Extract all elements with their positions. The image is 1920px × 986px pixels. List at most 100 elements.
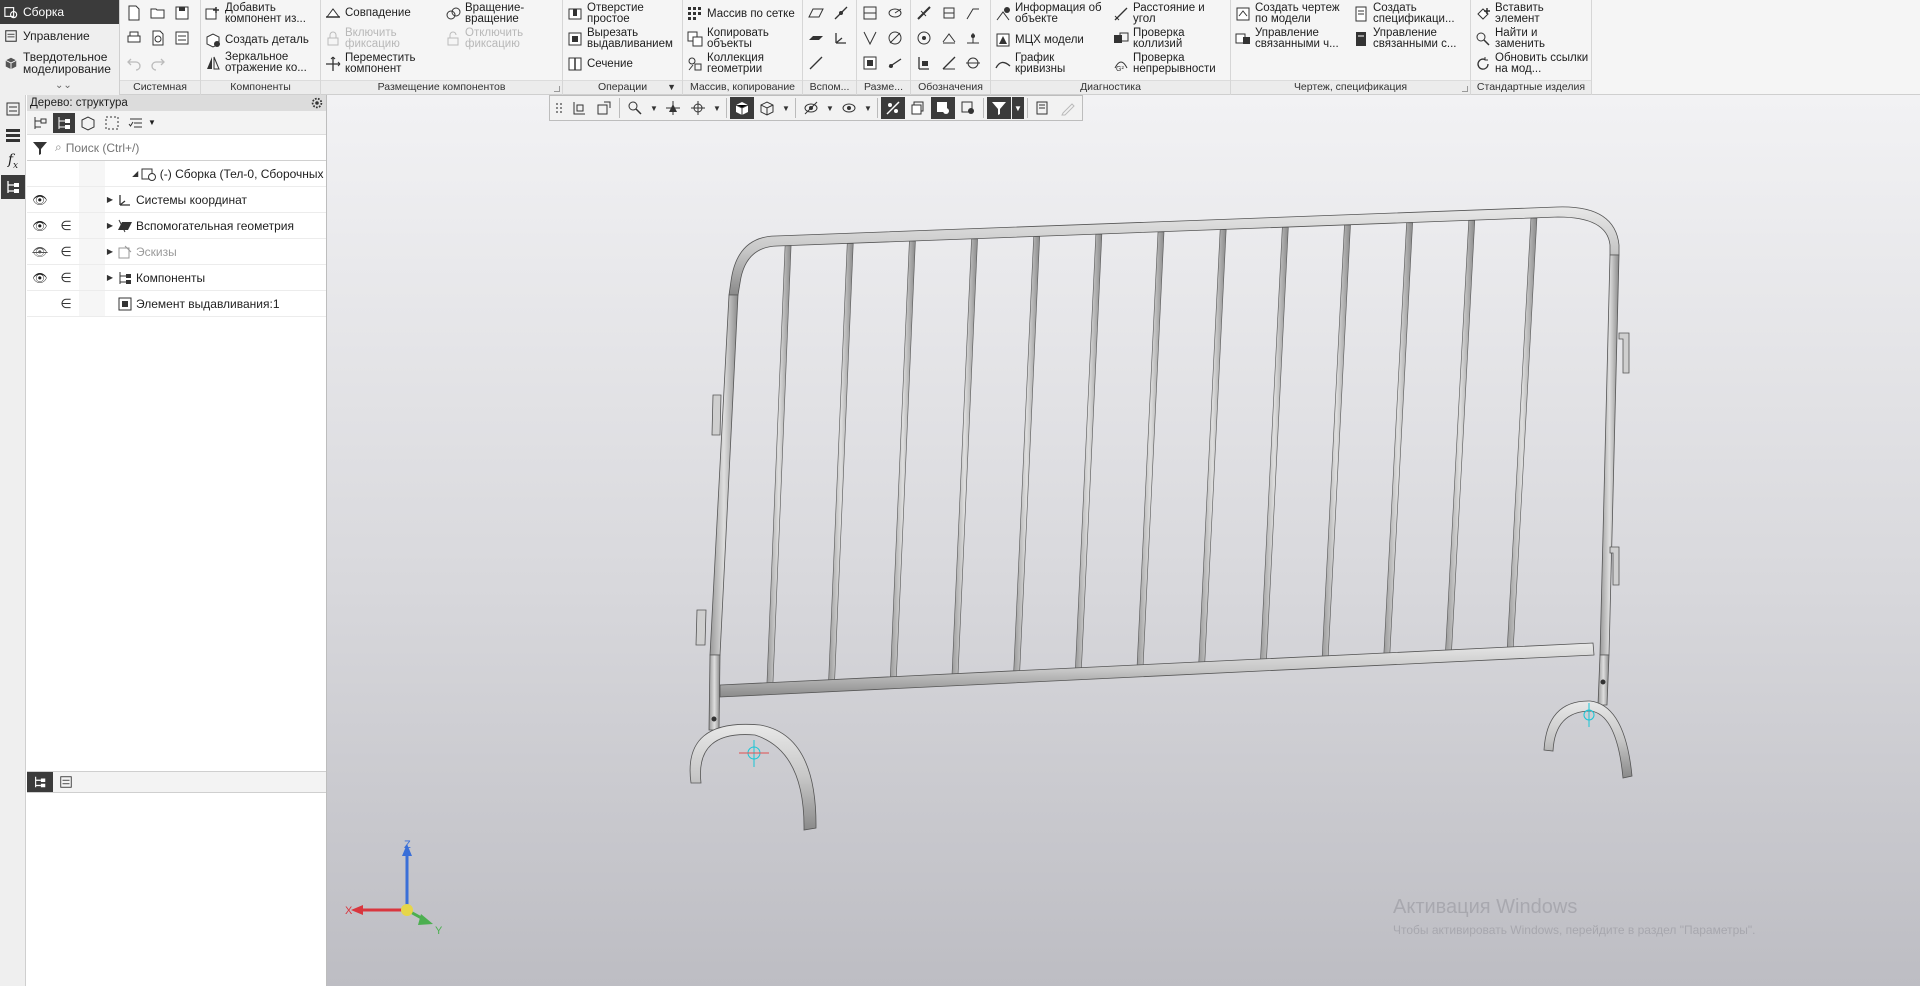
radial-dim-button[interactable] [885, 3, 905, 23]
orientation-button[interactable] [567, 97, 591, 119]
aux-plane-button[interactable] [806, 3, 826, 23]
barrier-fence-model[interactable] [327, 95, 1920, 986]
include-in-calc-icon[interactable]: ∈ [60, 270, 71, 286]
new-document-button[interactable] [124, 3, 144, 23]
text-note-button[interactable] [939, 53, 959, 73]
include-in-calc-icon[interactable]: ∈ [60, 296, 71, 312]
tree-row-assembly[interactable]: ◢ (-) Сборка (Тел-0, Сборочных единиц [27, 161, 326, 187]
tree-panel-button[interactable] [1, 175, 25, 199]
distance-angle-button[interactable]: Расстояние и угол [1113, 2, 1213, 25]
collision-check-button[interactable]: Проверка коллизий [1113, 27, 1205, 50]
rotate-view-button[interactable] [686, 97, 710, 119]
simple-hole-button[interactable]: Отверстие простое [567, 2, 657, 25]
component-view-button[interactable] [931, 97, 955, 119]
continuity-check-button[interactable]: G² Проверка непрерывности [1113, 52, 1233, 75]
aux-csys-button[interactable] [831, 28, 851, 48]
insert-element-button[interactable]: Вставить элемент [1475, 2, 1555, 25]
expand-arrow-icon[interactable]: ▶ [103, 221, 117, 230]
section-button[interactable]: Сечение [567, 56, 633, 72]
move-component-button[interactable]: Переместить компонент [325, 52, 425, 75]
filter-dropdown[interactable]: ▼ [1012, 97, 1024, 119]
geometry-collection-button[interactable]: Коллекция геометрии [687, 52, 779, 75]
layers-view-button[interactable] [906, 97, 930, 119]
grid-array-button[interactable]: Массив по сетке [687, 6, 795, 22]
disable-fix-button[interactable]: Отключить фиксацию [445, 27, 545, 50]
enable-fix-button[interactable]: Включить фиксацию [325, 27, 417, 50]
leader-button[interactable] [963, 3, 983, 23]
include-in-calc-icon[interactable]: ∈ [60, 244, 71, 260]
properties-button[interactable] [172, 28, 192, 48]
shaded-view-button[interactable] [730, 97, 754, 119]
undo-button[interactable] [124, 53, 144, 73]
tab-properties[interactable] [53, 772, 79, 792]
wireframe-view-button[interactable] [755, 97, 779, 119]
center-mark-button[interactable] [963, 53, 983, 73]
tree-row-components[interactable]: 👁 ∈ ▶ Компоненты [27, 265, 326, 291]
tree-hierarchy-button[interactable] [53, 112, 75, 133]
expand-arrow-icon[interactable]: ▶ [103, 247, 117, 256]
linear-dim-button[interactable] [860, 3, 880, 23]
3d-viewport[interactable]: ▼ ▼ ▼ ▼ ▼ ▼ Z X Y Активация Windows Чтоб… [327, 95, 1920, 986]
group-expand-icon[interactable] [1462, 86, 1468, 92]
create-drawing-button[interactable]: Создать чертеж по модели [1235, 2, 1347, 25]
print-button[interactable] [124, 28, 144, 48]
object-info-button[interactable]: Информация об объекте [995, 2, 1111, 25]
update-links-button[interactable]: Обновить ссылки на мод... [1475, 52, 1591, 75]
chevron-down-icon[interactable]: ⌄⌄ [55, 80, 72, 91]
aux-point-button[interactable] [806, 28, 826, 48]
tree-row-coordinate-systems[interactable]: 👁 ▶ Системы координат [27, 187, 326, 213]
auto-dim-button[interactable] [860, 53, 880, 73]
redo-button[interactable] [148, 53, 168, 73]
grid-toggle-button[interactable] [552, 97, 566, 119]
eye-icon[interactable]: 👁 [32, 219, 47, 233]
aux-axis-button[interactable] [831, 3, 851, 23]
selection-filter-button[interactable] [987, 97, 1011, 119]
measure-button[interactable] [1031, 97, 1055, 119]
display-mode-dropdown[interactable]: ▼ [780, 97, 792, 119]
pan-button[interactable] [661, 97, 685, 119]
tolerance-button[interactable] [914, 28, 934, 48]
collapse-arrow-icon[interactable]: ◢ [130, 169, 141, 178]
create-part-button[interactable]: Создать деталь [205, 32, 309, 48]
tree-structure-button[interactable] [29, 113, 51, 133]
cut-extrude-button[interactable]: Вырезать выдавливанием [567, 27, 687, 50]
expand-arrow-icon[interactable]: ▶ [103, 195, 117, 204]
tree-row-extrusion[interactable]: ∈ Элемент выдавливания:1 [27, 291, 326, 317]
rotate-dropdown[interactable]: ▼ [711, 97, 723, 119]
position-button[interactable] [963, 28, 983, 48]
tab-tree[interactable] [27, 772, 53, 792]
search-input[interactable] [65, 140, 316, 155]
mode-management[interactable]: Управление [0, 24, 119, 48]
hidden-objects-button[interactable] [799, 97, 823, 119]
zoom-button[interactable] [623, 97, 647, 119]
filter-button[interactable] [29, 137, 51, 159]
properties-panel-button[interactable] [1, 97, 25, 121]
manage-linked-specs-button[interactable]: Управление связанными с... [1353, 27, 1465, 50]
preview-button[interactable] [148, 28, 168, 48]
eye-icon[interactable]: 👁 [32, 193, 47, 207]
aux-line-button[interactable] [806, 53, 826, 73]
find-replace-button[interactable]: Найти и заменить [1475, 27, 1555, 50]
base-button[interactable] [939, 3, 959, 23]
weld-button[interactable] [939, 28, 959, 48]
add-component-button[interactable]: Добавить компонент из... [205, 2, 317, 25]
mirror-component-button[interactable]: Зеркальное отражение ко... [205, 51, 317, 74]
hidden-dropdown[interactable]: ▼ [824, 97, 836, 119]
eye-icon[interactable]: 👁 [32, 271, 47, 285]
copy-objects-button[interactable]: Копировать объекты [687, 27, 779, 50]
chain-dim-button[interactable] [885, 53, 905, 73]
save-button[interactable] [172, 3, 192, 23]
visibility-dropdown[interactable]: ▼ [862, 97, 874, 119]
normal-to-button[interactable] [592, 97, 616, 119]
rotation-button[interactable]: Вращение-вращение [445, 2, 545, 25]
include-in-calc-icon[interactable]: ∈ [60, 218, 71, 234]
zoom-dropdown[interactable]: ▼ [648, 97, 660, 119]
tree-row-auxiliary-geometry[interactable]: 👁 ∈ ▶ Вспомогательная геометрия [27, 213, 326, 239]
assembly-view-button[interactable] [956, 97, 980, 119]
expand-arrow-icon[interactable]: ▶ [103, 273, 117, 282]
open-document-button[interactable] [148, 3, 168, 23]
variables-panel-button[interactable]: fx [1, 149, 25, 173]
diameter-dim-button[interactable] [885, 28, 905, 48]
tree-select-button[interactable] [101, 113, 123, 133]
manage-linked-drawings-button[interactable]: Управление связанными ч... [1235, 27, 1347, 50]
